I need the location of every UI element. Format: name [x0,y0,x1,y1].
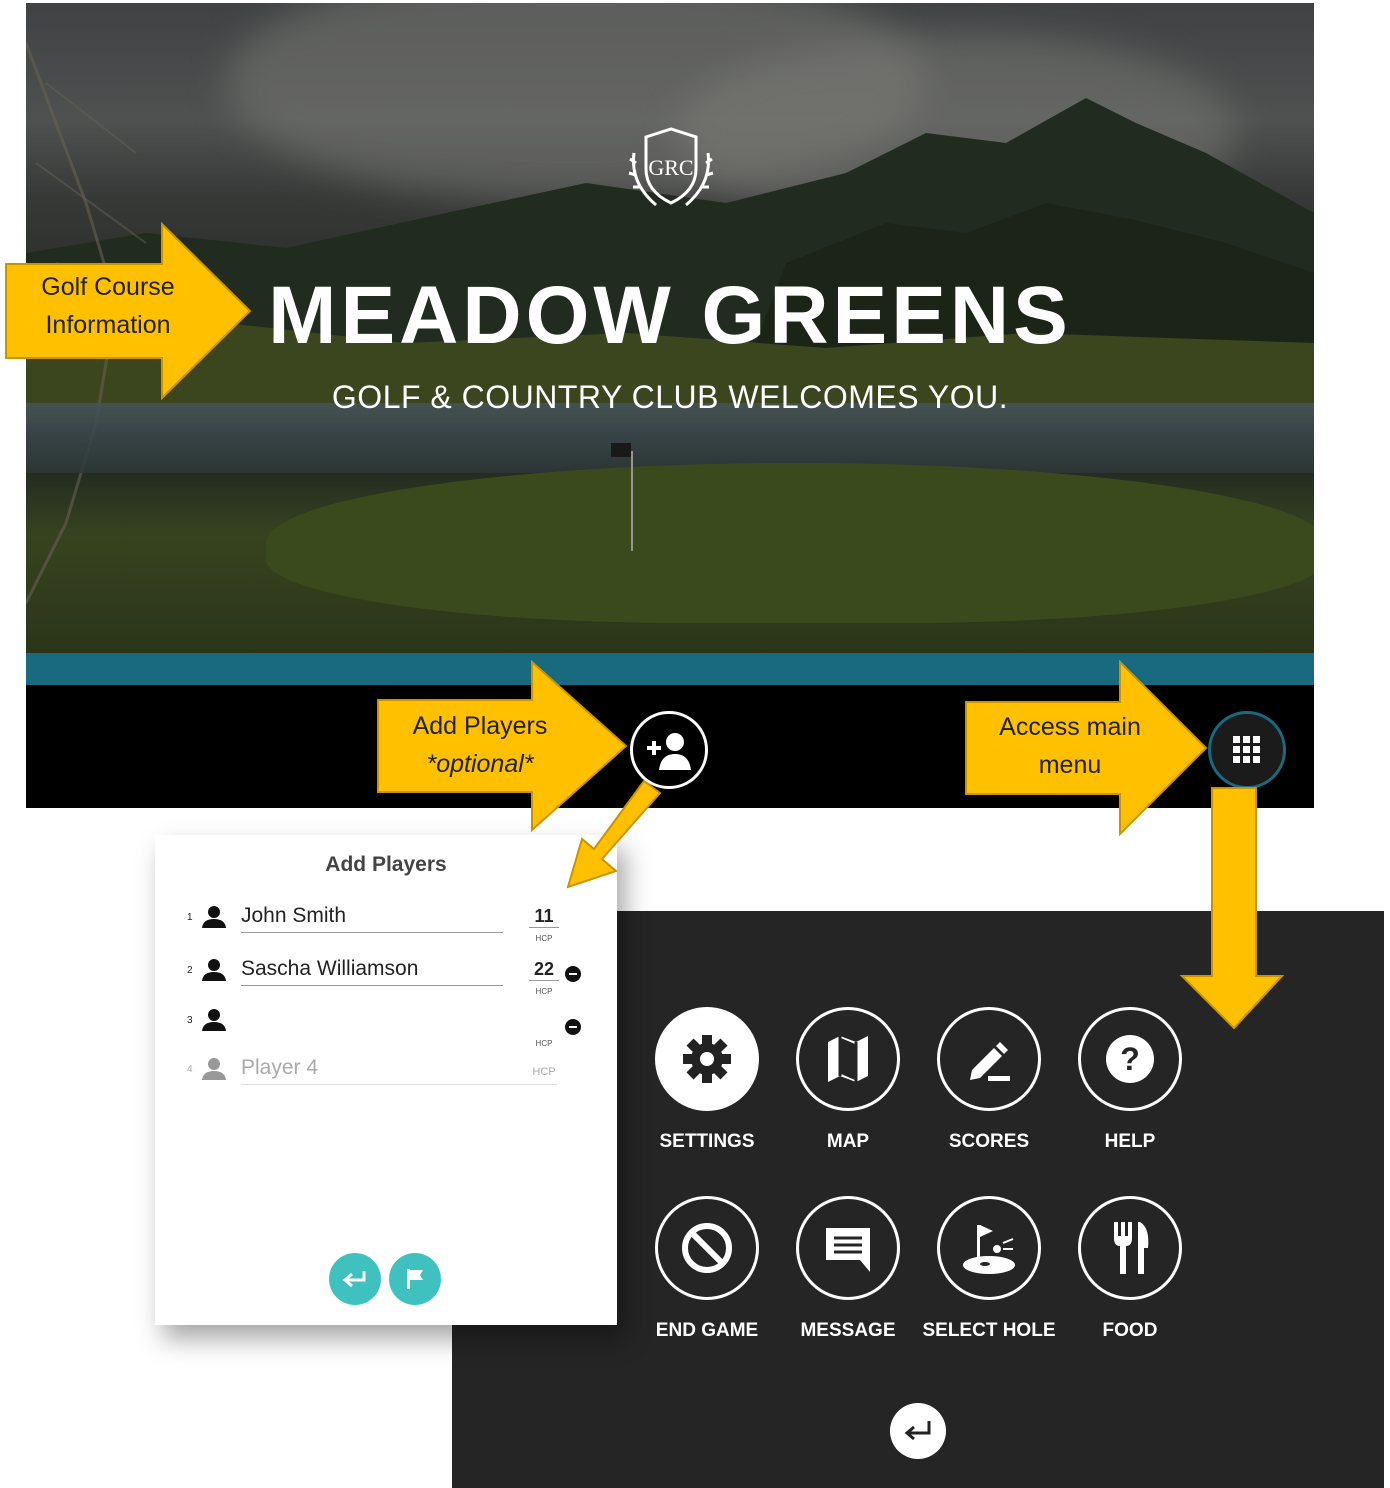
menu-item-food[interactable]: FOOD [1060,1196,1200,1343]
main-menu-pointer-arrow [1179,787,1285,1030]
player-name-field[interactable]: John Smith [241,904,503,933]
question-icon: ? [1106,1035,1154,1083]
pencil-icon [970,1042,1010,1081]
menu-item-select-hole[interactable]: SELECT HOLE [919,1196,1059,1343]
grid-icon [1233,736,1260,763]
player-row-4: 4 Player 4 HCP [155,1056,617,1096]
menu-item-settings[interactable]: SETTINGS [637,1007,777,1154]
person-icon [202,959,226,981]
add-players-callout-label: Add Players *optional* [412,712,548,778]
menu-item-end-game[interactable]: END GAME [637,1196,777,1343]
main-menu-button[interactable] [1208,711,1286,789]
start-round-button[interactable] [389,1253,441,1305]
person-icon [202,1058,226,1080]
dialog-title: Add Players [325,853,447,876]
golf-hole-icon [963,1225,1015,1274]
add-person-icon [647,733,691,770]
gear-icon [683,1035,731,1083]
main-menu-callout-label: Access main menu [999,713,1141,779]
person-icon [202,906,226,928]
player-row-3: 3 HCP [155,1007,617,1048]
return-arrow-icon [904,1421,931,1441]
player-name-field[interactable]: Sascha Williamson [241,957,503,986]
player-row-1: 1 John Smith 11 HCP [155,904,617,944]
menu-back-button[interactable] [890,1403,946,1459]
prohibited-icon [682,1223,732,1273]
player-name-field[interactable]: Player 4 [241,1056,557,1085]
menu-item-scores[interactable]: SCORES [919,1007,1059,1154]
back-button[interactable] [329,1253,381,1305]
club-crest-logo: GRC [628,127,714,207]
menu-item-map[interactable]: MAP [778,1007,918,1154]
svg-text:?: ? [1120,1041,1140,1077]
message-icon [826,1228,870,1272]
course-info-callout-label: Golf Course Information [41,273,175,339]
map-icon [828,1036,868,1082]
fork-knife-icon [1114,1222,1149,1274]
add-players-pointer-arrow [566,779,662,889]
person-icon [202,1009,226,1031]
player-hcp-field[interactable]: 22 [529,959,559,981]
return-arrow-icon [342,1271,366,1288]
remove-player-icon[interactable] [565,1019,581,1035]
remove-player-icon[interactable] [565,966,581,982]
player-row-2: 2 Sascha Williamson 22 HCP [155,957,617,997]
add-players-dialog: Add Players 1 John Smith 11 HCP 2 Sascha… [155,835,617,1325]
flag-icon [407,1269,423,1289]
svg-text:GRC: GRC [648,155,693,180]
menu-item-message[interactable]: MESSAGE [778,1196,918,1343]
player-hcp-field[interactable]: 11 [529,906,559,928]
